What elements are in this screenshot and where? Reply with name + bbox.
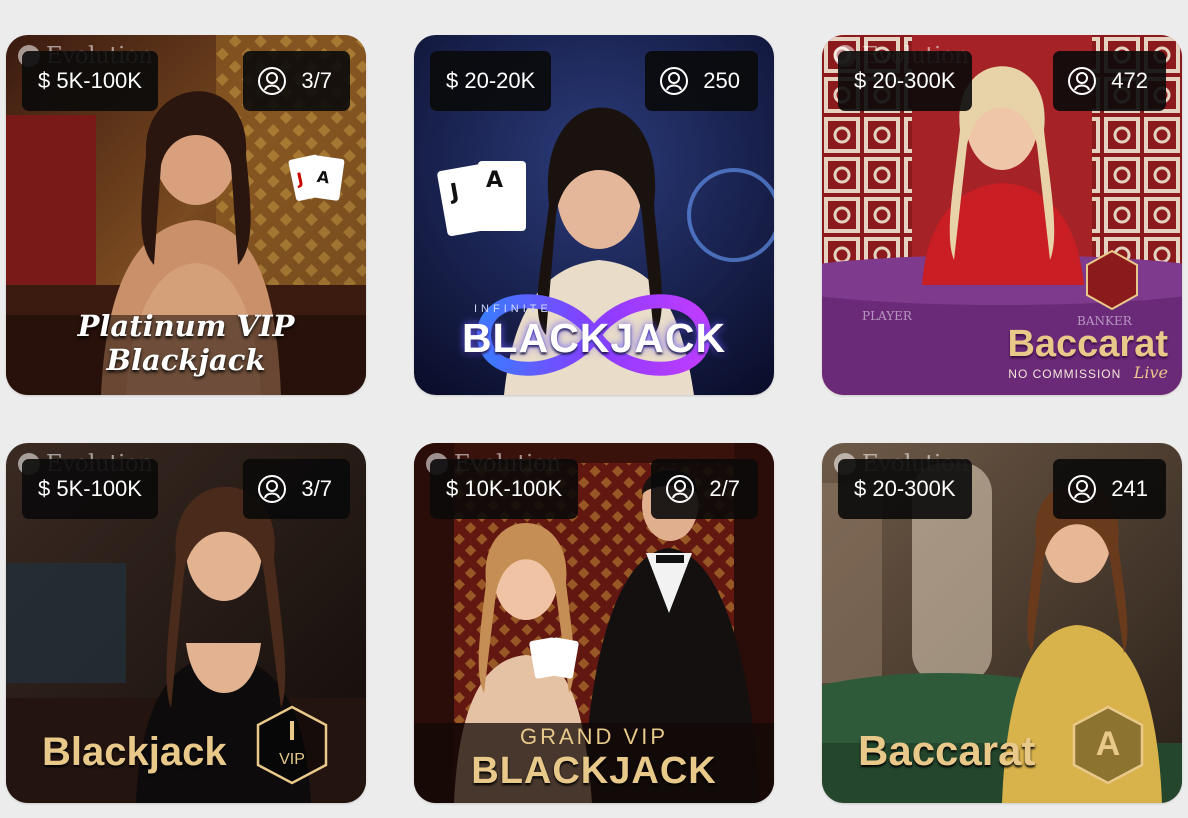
seats-badge: 3/7: [243, 51, 350, 111]
seats-badge: 3/7: [243, 459, 350, 519]
bet-limit-badge: $ 10K-100K: [430, 459, 579, 519]
player-seat-icon: [1067, 66, 1097, 96]
game-title-small: INFINITE: [474, 303, 552, 315]
player-seat-icon: [257, 66, 287, 96]
player-seat-icon: [665, 474, 695, 504]
player-seat-icon: [1067, 474, 1097, 504]
bet-limit-text: $ 10K-100K: [446, 476, 563, 501]
seats-badge: 250: [645, 51, 758, 111]
seats-count: 3/7: [301, 476, 332, 501]
bet-limit-text: $ 5K-100K: [38, 68, 142, 93]
game-title: INFINITE BLACKJACK: [414, 303, 774, 362]
seats-badge: 241: [1053, 459, 1166, 519]
seats-count: 3/7: [301, 68, 332, 93]
game-tile-baccarat-no-commission[interactable]: PLAYER BANKER Evolution $ 20-300K 472 Ba…: [822, 35, 1182, 395]
bet-limit-text: $ 5K-100K: [38, 476, 142, 501]
bet-limit-text: $ 20-20K: [446, 68, 536, 93]
vip-emblem-top: I: [288, 715, 296, 746]
game-tile-infinite-blackjack[interactable]: J A $ 20-20K 250 INFINITE BLACKJACK: [414, 35, 774, 395]
seats-badge: 472: [1053, 51, 1166, 111]
vip-emblem: I VIP: [256, 705, 328, 785]
game-title: GRAND VIP BLACKJACK: [414, 724, 774, 793]
bet-limit-badge: $ 20-300K: [838, 459, 972, 519]
bet-limit-badge: $ 20-20K: [430, 51, 552, 111]
game-title: Baccarat NO COMMISSION Live: [1007, 323, 1168, 382]
table-emblem-letter: A: [1095, 725, 1121, 763]
table-emblem: A: [1072, 705, 1144, 785]
bet-limit-badge: $ 5K-100K: [22, 51, 158, 111]
seats-count: 2/7: [709, 476, 740, 501]
seats-count: 250: [703, 68, 740, 93]
game-title: Blackjack: [42, 730, 227, 774]
bet-limit-text: $ 20-300K: [854, 68, 956, 93]
game-title: Platinum VIP Blackjack: [77, 309, 295, 377]
game-tile-grand-vip-blackjack[interactable]: Evolution $ 10K-100K 2/7 GRAND VIP BLACK…: [414, 443, 774, 803]
live-games-grid: J A Evolution $ 5K-100K 3/7 Platinum VIP…: [0, 0, 1188, 818]
game-title: Baccarat: [858, 727, 1036, 774]
player-seat-icon: [257, 474, 287, 504]
game-subtitle: NO COMMISSION: [1008, 367, 1122, 381]
seats-count: 472: [1111, 68, 1148, 93]
game-tile-platinum-vip-blackjack[interactable]: J A Evolution $ 5K-100K 3/7 Platinum VIP…: [6, 35, 366, 395]
vip-emblem-bottom: VIP: [279, 751, 305, 768]
game-tile-blackjack-vip-i[interactable]: Evolution $ 5K-100K 3/7 Blackjack I VIP: [6, 443, 366, 803]
bet-limit-badge: $ 20-300K: [838, 51, 972, 111]
game-subtitle-live: Live: [1133, 363, 1168, 382]
table-player-label: PLAYER: [862, 309, 913, 323]
bet-limit-text: $ 20-300K: [854, 476, 956, 501]
bet-limit-badge: $ 5K-100K: [22, 459, 158, 519]
game-title-small: GRAND VIP: [519, 724, 669, 749]
seats-count: 241: [1111, 476, 1148, 501]
seats-badge: 2/7: [651, 459, 758, 519]
player-seat-icon: [659, 66, 689, 96]
game-tile-baccarat-a[interactable]: Evolution $ 20-300K 241 Baccarat A: [822, 443, 1182, 803]
svg-text:A: A: [486, 168, 503, 193]
